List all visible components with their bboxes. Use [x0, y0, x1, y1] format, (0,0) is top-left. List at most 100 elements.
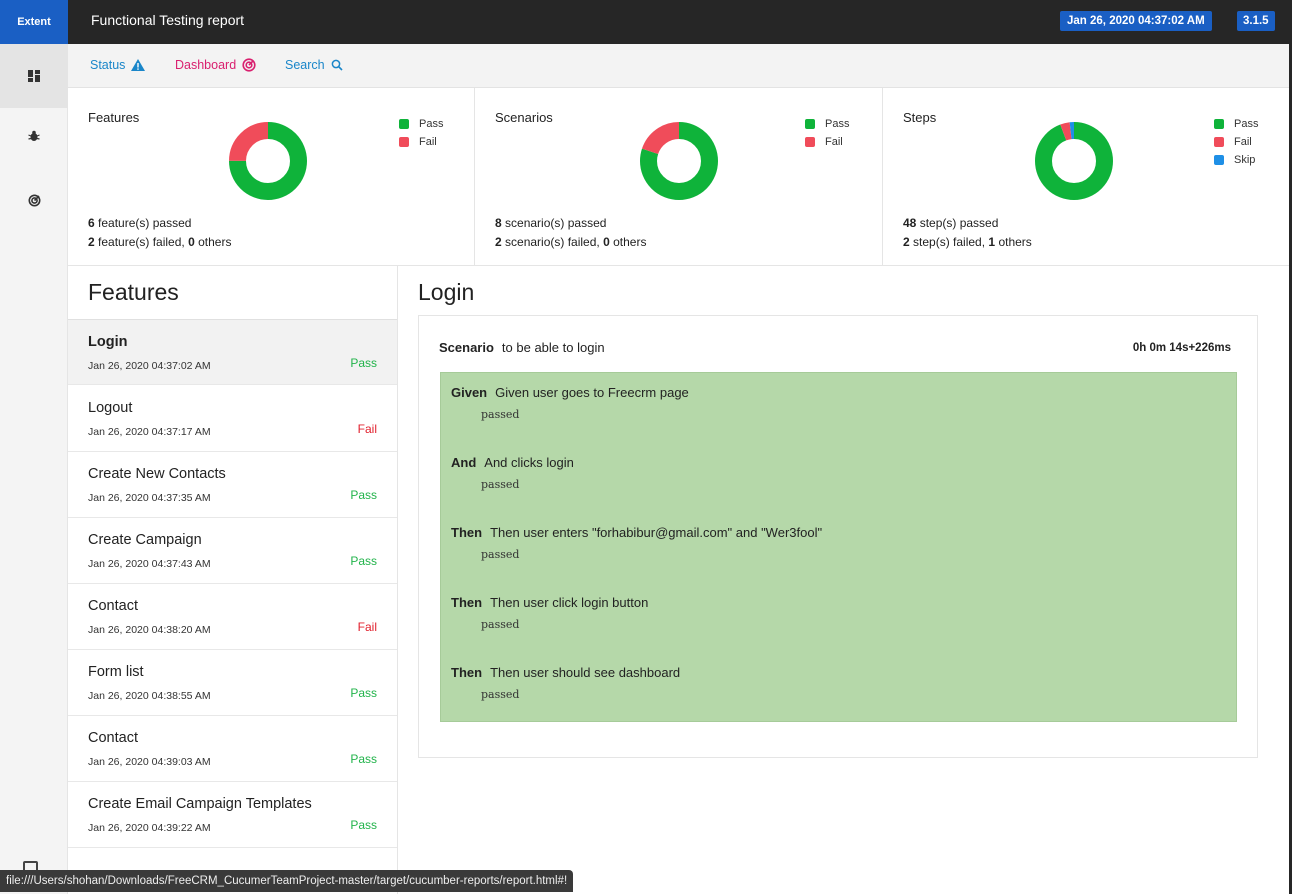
step-status: passed	[481, 548, 520, 561]
browser-status-bar: file:///Users/shohan/Downloads/FreeCRM_C…	[0, 870, 574, 892]
brand-logo[interactable]: Extent	[0, 0, 68, 44]
donut-slice-pass	[1035, 122, 1113, 200]
scenarios-summary-panel: Scenarios Pass Fail 8 scenario(s) passed…	[475, 88, 883, 266]
step-keyword: Then	[451, 665, 483, 680]
step-keyword: Given	[451, 385, 488, 400]
feature-name: Login	[88, 334, 128, 350]
scenario-name: to be able to login	[501, 340, 605, 355]
features-summary-title: Features	[88, 110, 140, 125]
legend-item-skip: Skip	[1214, 151, 1258, 169]
count: 6	[88, 216, 95, 230]
feature-item[interactable]: Logout Jan 26, 2020 04:37:17 AM Fail	[68, 386, 397, 452]
scenarios-summary-title: Scenarios	[495, 110, 553, 125]
text: others	[613, 235, 647, 249]
scenarios-legend: Pass Fail	[805, 115, 849, 151]
dashboard-grid-icon	[28, 70, 40, 82]
step-line: Given Given user goes to Freecrm page	[451, 385, 689, 400]
step-status: passed	[481, 618, 520, 631]
feature-item[interactable]: Contact Jan 26, 2020 04:38:20 AM Fail	[68, 584, 397, 650]
feature-name: Create Campaign	[88, 532, 202, 548]
text: feature(s) failed,	[98, 235, 185, 249]
legend-item-fail: Fail	[1214, 133, 1258, 151]
step-status: passed	[481, 688, 520, 701]
text: scenario(s) passed	[505, 216, 607, 230]
feature-date: Jan 26, 2020 04:38:20 AM	[88, 624, 211, 636]
feature-date: Jan 26, 2020 04:37:43 AM	[88, 558, 211, 570]
steps-container: Given Given user goes to Freecrm page pas…	[440, 372, 1237, 722]
step-line: Then Then user enters "forhabibur@gmail.c…	[451, 525, 822, 540]
step-text: Then user enters "forhabibur@gmail.com" …	[490, 525, 823, 540]
scenario-label: Scenario to be able to login	[439, 340, 605, 355]
steps-donut-chart	[1035, 122, 1113, 200]
feature-item[interactable]: Contact Jan 26, 2020 04:39:03 AM Pass	[68, 716, 397, 782]
steps-summary-title: Steps	[903, 110, 937, 125]
text: others	[998, 235, 1032, 249]
nav-search-link[interactable]: Search	[285, 58, 343, 72]
scenarios-failed-line: 2 scenario(s) failed, 0 others	[495, 235, 646, 249]
feature-status: Pass	[350, 356, 377, 370]
nav-status-link[interactable]: Status	[90, 58, 146, 72]
scenarios-passed-line: 8 scenario(s) passed	[495, 216, 606, 230]
sub-navigation: Status Dashboard Search	[68, 44, 1289, 88]
legend-label: Fail	[825, 136, 843, 148]
top-bar: Extent Functional Testing report Jan 26,…	[0, 0, 1292, 44]
feature-status: Pass	[350, 554, 377, 568]
feature-date: Jan 26, 2020 04:37:02 AM	[88, 360, 211, 372]
features-list-panel: Features Login Jan 26, 2020 04:37:02 AM …	[68, 266, 398, 894]
scenario-card: Scenario to be able to login 0h 0m 14s+22…	[418, 315, 1258, 758]
step-text: Then user should see dashboard	[490, 665, 681, 680]
step-row: Then Then user click login button passed	[451, 595, 648, 631]
legend-item-pass: Pass	[399, 115, 443, 133]
text: step(s) passed	[919, 216, 999, 230]
scenario-duration: 0h 0m 14s+226ms	[1132, 342, 1231, 354]
legend-label: Fail	[419, 136, 437, 148]
step-status: passed	[481, 408, 520, 421]
feature-item[interactable]: Create Campaign Jan 26, 2020 04:37:43 AM…	[68, 518, 397, 584]
text: others	[198, 235, 232, 249]
legend-label: Skip	[1234, 154, 1256, 166]
left-sidebar	[0, 44, 68, 894]
scenarios-donut-chart	[640, 122, 718, 200]
step-text: Then user click login button	[490, 595, 649, 610]
sidebar-item-dashboard[interactable]	[0, 44, 68, 108]
report-title: Functional Testing report	[91, 12, 245, 28]
feature-name: Create Email Campaign Templates	[88, 796, 312, 812]
feature-item[interactable]: Login Jan 26, 2020 04:37:02 AM Pass	[68, 319, 397, 385]
search-icon	[331, 59, 343, 71]
radar-icon	[28, 194, 40, 206]
nav-dashboard-link[interactable]: Dashboard	[175, 58, 256, 72]
step-line: Then Then user should see dashboard	[451, 665, 680, 680]
count: 2	[495, 235, 502, 249]
feature-date: Jan 26, 2020 04:39:03 AM	[88, 756, 211, 768]
features-failed-line: 2 feature(s) failed, 0 others	[88, 235, 231, 249]
step-line: And And clicks login	[451, 455, 574, 470]
text: feature(s) passed	[98, 216, 192, 230]
feature-status: Fail	[357, 620, 377, 634]
legend-label: Pass	[1234, 118, 1259, 130]
bug-icon	[28, 130, 40, 141]
sidebar-item-radar[interactable]	[0, 168, 68, 232]
feature-name: Contact	[88, 730, 138, 746]
text: scenario(s) failed,	[505, 235, 600, 249]
step-keyword: And	[451, 455, 477, 470]
legend-item-fail: Fail	[805, 133, 849, 151]
legend-item-pass: Pass	[1214, 115, 1258, 133]
step-keyword: Then	[451, 525, 483, 540]
feature-status: Pass	[350, 488, 377, 502]
sidebar-item-bugs[interactable]	[0, 104, 68, 168]
step-text: And clicks login	[484, 455, 574, 470]
feature-item[interactable]: Create New Contacts Jan 26, 2020 04:37:3…	[68, 452, 397, 518]
dashboard-radar-icon	[242, 58, 256, 72]
features-heading: Features	[88, 279, 179, 305]
feature-item[interactable]: Create Email Campaign Templates Jan 26, …	[68, 782, 397, 848]
feature-name: Contact	[88, 598, 138, 614]
legend-item-pass: Pass	[805, 115, 849, 133]
feature-detail-title: Login	[418, 279, 475, 305]
steps-failed-line: 2 step(s) failed, 1 others	[903, 235, 1032, 249]
feature-status: Pass	[350, 752, 377, 766]
nav-dashboard-label: Dashboard	[175, 58, 237, 72]
step-row: Given Given user goes to Freecrm page pas…	[451, 385, 689, 421]
feature-item[interactable]: Form list Jan 26, 2020 04:38:55 AM Pass	[68, 650, 397, 716]
feature-status: Pass	[350, 818, 377, 832]
summary-panels: Features Pass Fail 6 feature(s) passed 2…	[68, 88, 1289, 266]
